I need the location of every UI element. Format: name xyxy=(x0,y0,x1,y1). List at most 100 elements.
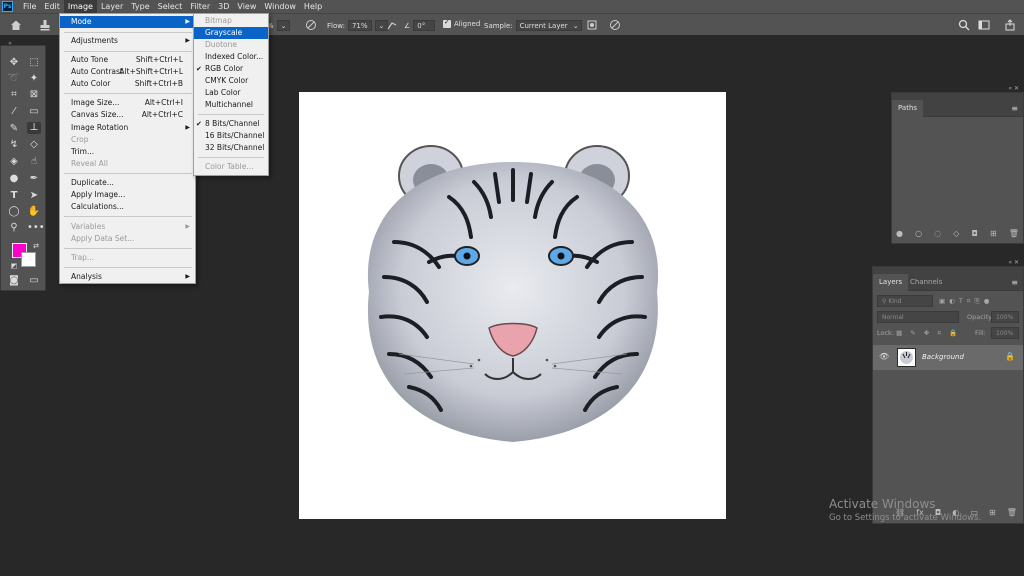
document-canvas[interactable] xyxy=(299,92,726,519)
clone-stamp-tool-icon[interactable]: ⊥ xyxy=(27,122,41,134)
tab-paths[interactable]: Paths xyxy=(892,100,924,117)
submenu-item-lab-color[interactable]: Lab Color xyxy=(194,87,268,99)
ellipse-tool-icon[interactable]: ◯ xyxy=(7,206,21,218)
panel-menu-icon[interactable]: ≡ xyxy=(1011,278,1018,287)
menu-window[interactable]: Window xyxy=(260,0,300,13)
smart-object-filter-icon[interactable]: ⎘ xyxy=(974,297,983,305)
menu-item-trim[interactable]: Trim... xyxy=(60,146,195,158)
menu-item-canvas-size[interactable]: Canvas Size... Alt+Ctrl+C xyxy=(60,109,195,121)
default-colors-icon[interactable]: ◩ xyxy=(7,260,21,272)
eye-icon[interactable]: 👁 xyxy=(879,352,889,361)
submenu-item-multichannel[interactable]: Multichannel xyxy=(194,99,268,111)
background-color-swatch[interactable] xyxy=(21,252,36,267)
menu-layer[interactable]: Layer xyxy=(97,0,127,13)
submenu-item-rgb-color[interactable]: ✔ RGB Color xyxy=(194,63,268,75)
quick-mask-icon[interactable]: ◙ xyxy=(7,275,21,287)
lock-icons[interactable]: ▦ ✎ ✥ ⌗ 🔒 xyxy=(896,329,960,337)
ignore-adjustment-layers-icon[interactable] xyxy=(586,19,598,31)
opacity-input[interactable]: 100% xyxy=(991,311,1019,323)
menu-item-auto-color[interactable]: Auto Color Shift+Ctrl+B xyxy=(60,78,195,90)
aligned-checkbox[interactable] xyxy=(443,18,451,28)
smudge-tool-icon[interactable]: ☝ xyxy=(27,156,41,168)
menu-item-auto-tone[interactable]: Auto Tone Shift+Ctrl+L xyxy=(60,54,195,66)
menu-item-apply-image[interactable]: Apply Image... xyxy=(60,189,195,201)
lasso-tool-icon[interactable]: ➰ xyxy=(7,73,21,85)
submenu-item-32-bits[interactable]: 32 Bits/Channel xyxy=(194,142,268,154)
type-filter-icon[interactable]: T xyxy=(959,297,967,305)
fill-path-icon[interactable]: ● xyxy=(896,229,903,238)
menu-item-image-size[interactable]: Image Size... Alt+Ctrl+I xyxy=(60,97,195,109)
zoom-dropdown[interactable]: ⌄ xyxy=(276,20,291,31)
magic-wand-tool-icon[interactable]: ✦ xyxy=(27,73,41,85)
collapse-icon[interactable]: « ✕ xyxy=(1008,259,1019,266)
tab-layers[interactable]: Layers xyxy=(873,274,909,291)
tab-channels[interactable]: Channels xyxy=(904,274,948,291)
frame-tool-icon[interactable]: ⊠ xyxy=(27,89,41,101)
fill-input[interactable]: 100% xyxy=(991,327,1019,339)
dodge-tool-icon[interactable]: ● xyxy=(7,173,21,185)
menu-view[interactable]: View xyxy=(233,0,260,13)
menu-3d[interactable]: 3D xyxy=(214,0,233,13)
crop-tool-icon[interactable]: ⌗ xyxy=(7,89,21,101)
submenu-item-16-bits[interactable]: 16 Bits/Channel xyxy=(194,130,268,142)
new-layer-icon[interactable]: ⊞ xyxy=(989,508,996,517)
layer-filter-dropdown[interactable]: ⚲ Kind xyxy=(877,295,933,307)
eraser-tool-icon[interactable]: ◇ xyxy=(27,139,41,151)
eyedropper-tool-icon[interactable]: ⁄ xyxy=(7,106,21,118)
menu-image[interactable]: Image xyxy=(63,0,97,13)
workspace-icon[interactable] xyxy=(978,19,992,31)
menu-filter[interactable]: Filter xyxy=(186,0,214,13)
search-icon[interactable] xyxy=(958,19,970,31)
history-brush-tool-icon[interactable]: ↯ xyxy=(7,139,21,151)
stroke-path-icon[interactable]: ○ xyxy=(915,229,922,238)
pressure-opacity-icon[interactable] xyxy=(305,19,317,31)
load-selection-icon[interactable]: ◌ xyxy=(934,229,941,238)
submenu-item-grayscale[interactable]: Grayscale xyxy=(194,27,268,39)
menu-item-auto-contrast[interactable]: Auto Contrast Alt+Shift+Ctrl+L xyxy=(60,66,195,78)
menu-edit[interactable]: Edit xyxy=(40,0,64,13)
screen-mode-icon[interactable]: ▭ xyxy=(27,275,41,287)
submenu-item-indexed-color[interactable]: Indexed Color... xyxy=(194,51,268,63)
aligned-control[interactable]: Aligned xyxy=(443,18,480,28)
clone-stamp-tool-icon[interactable] xyxy=(38,19,52,31)
submenu-item-cmyk-color[interactable]: CMYK Color xyxy=(194,75,268,87)
swap-colors-icon[interactable]: ⇄ xyxy=(29,240,43,252)
collapse-icon[interactable]: « ✕ xyxy=(1008,85,1019,92)
photoshop-logo-icon[interactable]: Ps xyxy=(2,1,13,12)
zoom-tool-icon[interactable]: ⚲ xyxy=(7,222,21,234)
menu-item-calculations[interactable]: Calculations... xyxy=(60,201,195,213)
menu-select[interactable]: Select xyxy=(154,0,187,13)
angle-input[interactable]: 0° xyxy=(413,20,436,31)
share-icon[interactable] xyxy=(1004,19,1016,31)
pressure-size-icon[interactable] xyxy=(609,19,621,31)
sample-dropdown[interactable]: Current Layer ⌄ xyxy=(515,20,582,31)
hand-tool-icon[interactable]: ✋ xyxy=(27,206,41,218)
path-selection-tool-icon[interactable]: ➤ xyxy=(27,190,41,202)
make-work-path-icon[interactable]: ◇ xyxy=(953,229,959,238)
more-tools-icon[interactable]: ••• xyxy=(27,222,45,234)
pixel-filter-icon[interactable]: ▣ xyxy=(939,297,949,305)
healing-brush-tool-icon[interactable]: ▭ xyxy=(27,106,41,118)
pen-tool-icon[interactable]: ✒ xyxy=(27,173,41,185)
menu-item-adjustments[interactable]: Adjustments ▶ xyxy=(60,35,195,47)
menu-help[interactable]: Help xyxy=(300,0,326,13)
menu-type[interactable]: Type xyxy=(127,0,153,13)
menu-item-analysis[interactable]: Analysis ▶ xyxy=(60,271,195,283)
menu-file[interactable]: File xyxy=(19,0,40,13)
layer-row-background[interactable]: 👁 Background 🔒 xyxy=(873,345,1023,370)
collapse-icon[interactable]: « xyxy=(3,38,17,50)
submenu-item-8-bits[interactable]: ✔ 8 Bits/Channel xyxy=(194,118,268,130)
menu-item-mode[interactable]: Mode ▶ xyxy=(60,16,195,28)
flow-input[interactable]: 71% xyxy=(347,20,372,31)
delete-layer-icon[interactable]: 🗑 xyxy=(1007,508,1017,517)
brush-tool-icon[interactable]: ✎ xyxy=(7,123,21,135)
paint-bucket-tool-icon[interactable]: ◈ xyxy=(7,156,21,168)
blend-mode-dropdown[interactable]: Normal xyxy=(877,311,959,323)
menu-item-duplicate[interactable]: Duplicate... xyxy=(60,177,195,189)
panel-menu-icon[interactable]: ≡ xyxy=(1011,104,1018,113)
add-mask-icon[interactable]: ◘ xyxy=(972,229,978,238)
adjustment-filter-icon[interactable]: ◐ xyxy=(949,297,959,305)
marquee-tool-icon[interactable]: ⬚ xyxy=(27,57,41,69)
type-tool-icon[interactable]: T xyxy=(7,190,21,202)
airbrush-icon[interactable] xyxy=(386,19,398,31)
